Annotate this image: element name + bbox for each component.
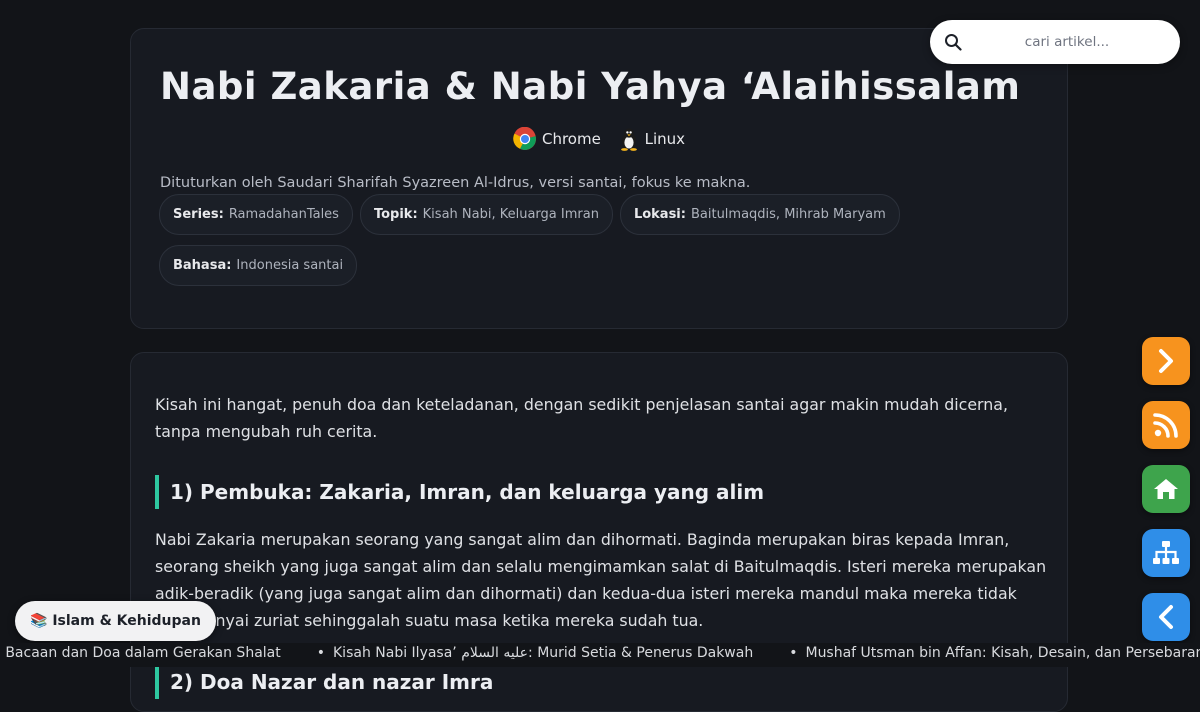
bullet-icon: • [316,645,325,661]
section-heading-2: 2) Doa Nazar dan nazar Imra [155,665,493,699]
chip-key: Topik: [373,207,418,222]
article-header-card: Nabi Zakaria & Nabi Yahya ‘Alaihissalam … [130,28,1068,329]
ticker-item[interactable]: • Kisah Nabi Ilyasa’ عليه السلام: Murid S… [317,645,753,661]
chip-value: Indonesia santai [236,258,344,273]
platform-linux: Linux [618,127,685,151]
chip-value: RamadahanTales [228,207,339,222]
linux-icon [620,128,637,151]
section-heading: 1) Pembuka: Zakaria, Imran, dan keluarga… [155,475,764,509]
chip-key: Lokasi: [633,207,686,222]
byline: Dituturkan oleh Saudari Sharifah Syazree… [160,174,751,191]
search-input[interactable] [970,33,1164,51]
rss-icon [1153,413,1178,438]
meta-chip-bahasa[interactable]: Bahasa: Indonesia santai [159,245,358,286]
meta-chip-series[interactable]: Series: RamadahanTales [159,194,353,235]
platform-label: Chrome [541,130,601,148]
chip-value: Kisah Nabi, Keluarga Imran [422,207,599,222]
chevron-left-icon [1159,605,1173,629]
sitemap-icon [1153,541,1179,564]
back-button[interactable] [1142,593,1190,641]
home-icon [1154,479,1178,499]
meta-chip-lokasi[interactable]: Lokasi: Baitulmaqdis, Mihrab Maryam [619,194,900,235]
rss-button[interactable] [1142,401,1190,449]
related-articles-ticker: n Bacaan dan Doa dalam Gerakan Shalat • Ki… [0,643,1200,667]
category-pill[interactable]: 📚 Islam & Kehidupan [15,601,216,641]
platform-badges: Chrome Linux [131,127,1067,151]
ticker-item[interactable]: • Mushaf Utsman bin Affan: Kisah, Desain,… [789,645,1200,661]
search-icon[interactable] [944,33,962,51]
ticker-text: n Bacaan dan Doa dalam Gerakan Shalat [0,645,281,661]
category-label: Islam & Kehidupan [52,613,201,629]
chevron-right-icon [1159,349,1173,373]
sitemap-button[interactable] [1142,529,1190,577]
chip-key: Series: [173,207,224,222]
meta-chip-topik[interactable]: Topik: Kisah Nabi, Keluarga Imran [359,194,613,235]
ticker-item[interactable]: n Bacaan dan Doa dalam Gerakan Shalat [0,645,281,661]
section-paragraph: Nabi Zakaria merupakan seorang yang sang… [155,530,1047,630]
search-box[interactable] [930,20,1180,64]
platform-label: Linux [644,130,686,148]
ticker-text: Mushaf Utsman bin Affan: Kisah, Desain, … [805,645,1200,661]
home-button[interactable] [1142,465,1190,513]
chip-value: Baitulmaqdis, Mihrab Maryam [690,207,886,222]
chrome-icon [513,127,536,150]
books-icon: 📚 [30,613,48,629]
next-button[interactable] [1142,337,1190,385]
page-title: Nabi Zakaria & Nabi Yahya ‘Alaihissalam [160,65,1021,108]
ticker-text: Kisah Nabi Ilyasa’ عليه السلام: Murid Se… [333,645,754,661]
bullet-icon: • [789,645,798,661]
platform-chrome: Chrome [513,127,601,151]
chip-key: Bahasa: [173,258,232,273]
meta-chips: Series: RamadahanTales Topik: Kisah Nabi, K… [159,194,959,296]
intro-paragraph: Kisah ini hangat, penuh doa dan ketelada… [155,395,1008,441]
